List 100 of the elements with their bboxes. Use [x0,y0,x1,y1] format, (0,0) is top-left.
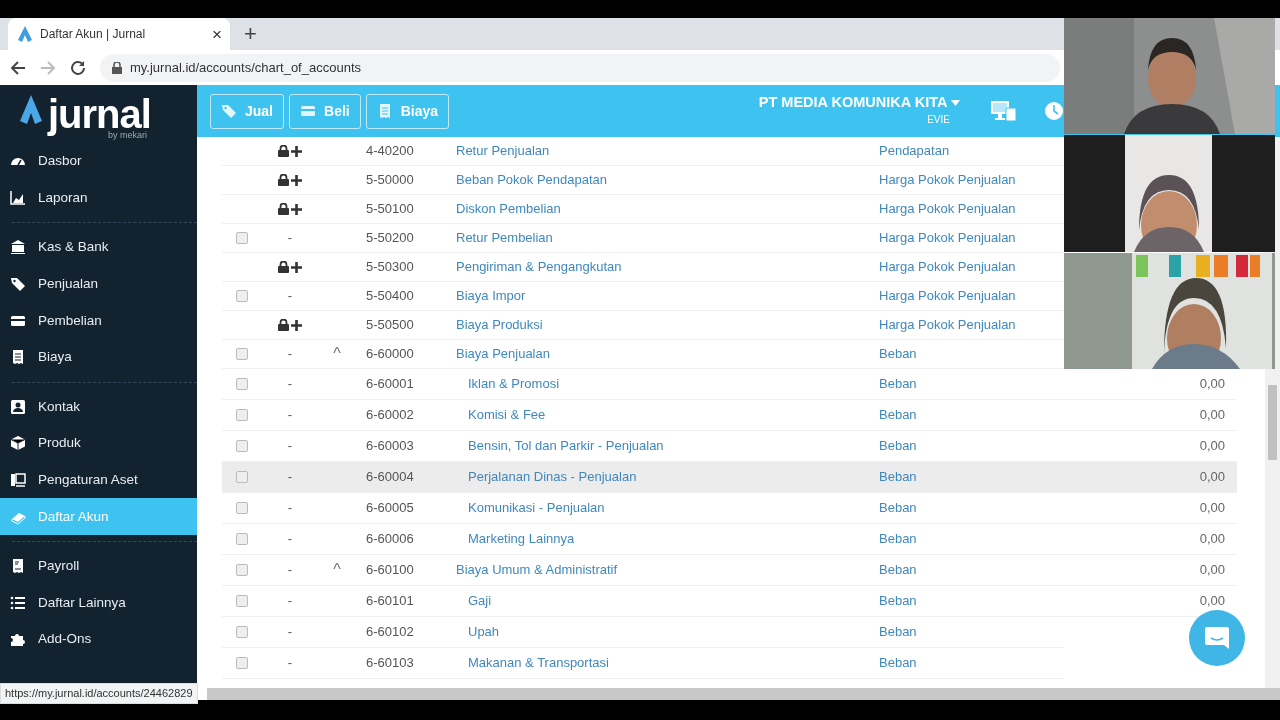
sidebar-item[interactable]: Produk [0,425,197,462]
table-row[interactable]: - 6-60102 Upah Beban [222,617,1064,648]
table-row[interactable]: 5-50500 Biaya Produksi Harga Pokok Penjualan [222,311,1064,340]
sidebar-item[interactable]: Pengaturan Aset [0,461,197,499]
account-category-link[interactable]: Harga Pokok Penjualan [879,317,1016,333]
address-bar[interactable]: my.jurnal.id/accounts/chart_of_accounts [100,53,1060,82]
account-category-link[interactable]: Beban [879,655,917,671]
checkbox[interactable] [236,348,248,360]
sidebar-item[interactable]: Kas & Bank [0,229,197,266]
checkbox[interactable] [236,626,248,638]
account-name-link[interactable]: Gaji [468,593,492,609]
table-row[interactable]: - 5-50200 Retur Pembelian Harga Pokok Penjualan [222,224,1064,253]
sidebar-item[interactable]: Pembelian [0,302,197,339]
account-name-link[interactable]: Bensin, Tol dan Parkir - Penjualan [468,438,664,454]
account-category-link[interactable]: Harga Pokok Penjualan [879,288,1016,304]
account-category-link[interactable]: Beban [879,562,917,578]
table-row[interactable]: - 6-60004 Perjalanan Dinas - Penjualan Beban 0,00 [222,462,1237,493]
table-row[interactable]: 5-50300 Pengiriman & Pengangkutan Harga Pokok Penjualan [222,253,1064,282]
account-code: 6-60103 [366,655,414,671]
checkbox[interactable] [236,440,248,452]
checkbox[interactable] [236,564,248,576]
sidebar-item[interactable]: Daftar Akun [0,498,197,535]
sidebar-item[interactable]: Kontak [0,388,197,426]
account-name-link[interactable]: Diskon Pembelian [456,201,561,217]
account-name-link[interactable]: Marketing Lainnya [468,531,575,547]
account-name-link[interactable]: Biaya Penjualan [456,346,550,362]
table-row[interactable]: - ^ 6-60000 Biaya Penjualan Beban [222,340,1064,369]
monitor-icon[interactable] [991,100,1017,122]
checkbox[interactable] [236,232,248,244]
table-row[interactable]: 5-50000 Beban Pokok Pendapatan Harga Pokok Penjualan [222,166,1064,195]
checkbox[interactable] [236,502,248,514]
account-category-link[interactable]: Harga Pokok Penjualan [879,172,1016,188]
sidebar-item[interactable]: Dasbor [0,143,197,180]
account-name-link[interactable]: Iklan & Promosi [468,376,560,392]
new-tab-button[interactable]: + [230,23,271,45]
collapse-toggle[interactable]: ^ [333,558,341,582]
receipt-icon [10,558,26,575]
account-name-link[interactable]: Retur Pembelian [456,230,553,246]
account-name-link[interactable]: Perjalanan Dinas - Penjualan [468,469,637,485]
table-row[interactable]: 4-40200 Retur Penjualan Pendapatan [222,137,1064,166]
account-category-link[interactable]: Beban [879,438,917,454]
account-code: 5-50300 [366,259,414,275]
lock-icon [278,319,289,331]
checkbox[interactable] [236,533,248,545]
account-category-link[interactable]: Harga Pokok Penjualan [879,259,1016,275]
account-name-link[interactable]: Biaya Produksi [456,317,543,333]
account-category-link[interactable]: Harga Pokok Penjualan [879,230,1016,246]
account-name-link[interactable]: Pengiriman & Pengangkutan [456,259,622,275]
close-tab-button[interactable]: × [212,25,222,43]
account-category-link[interactable]: Beban [879,469,917,485]
forward-icon [40,59,56,76]
checkbox[interactable] [236,378,248,390]
dash-text: - [287,592,293,611]
header-button[interactable]: Beli [289,93,361,129]
table-row[interactable]: - 5-50400 Biaya Impor Harga Pokok Penjualan [222,282,1064,311]
table-row[interactable]: - 6-60005 Komunikasi - Penjualan Beban 0,00 [222,493,1237,524]
collapse-toggle[interactable]: ^ [333,342,341,366]
account-category-link[interactable]: Beban [879,407,917,423]
account-name-link[interactable]: Upah [468,624,500,640]
account-name-link[interactable]: Makanan & Transportasi [468,655,609,671]
account-category-link[interactable]: Beban [879,376,917,392]
checkbox[interactable] [236,409,248,421]
table-row[interactable]: - 6-60103 Makanan & Transportasi Beban [222,648,1064,679]
company-selector[interactable]: PT MEDIA KOMUNIKA KITA [758,94,960,110]
reload-button[interactable] [70,59,86,76]
account-category-link[interactable]: Beban [879,500,917,516]
checkbox[interactable] [236,595,248,607]
plus-icon [291,203,302,215]
sidebar-item[interactable]: Payroll [0,547,197,585]
back-button[interactable] [10,59,26,76]
account-name-link[interactable]: Komisi & Fee [468,407,546,423]
sidebar-item[interactable]: Daftar Lainnya [0,584,197,622]
account-name-link[interactable]: Beban Pokok Pendapatan [456,172,608,188]
account-category-link[interactable]: Pendapatan [879,143,950,159]
clock-icon[interactable] [1044,101,1064,121]
table-row[interactable]: 5-50100 Diskon Pembelian Harga Pokok Penjualan [222,195,1064,224]
header-button[interactable]: Jual [210,93,284,129]
account-category-link[interactable]: Beban [879,593,917,609]
account-category-link[interactable]: Beban [879,346,917,362]
sidebar-item[interactable]: Laporan [0,179,197,217]
sidebar-item[interactable]: Penjualan [0,265,197,303]
table-row[interactable]: - 6-60006 Marketing Lainnya Beban 0,00 [222,524,1237,555]
sidebar-item[interactable]: Biaya [0,338,197,376]
sidebar-item[interactable]: Add-Ons [0,621,197,658]
table-row[interactable]: - 6-60002 Komisi & Fee Beban 0,00 [222,400,1237,431]
account-name-link[interactable]: Komunikasi - Penjualan [468,500,605,516]
account-category-link[interactable]: Harga Pokok Penjualan [879,201,1016,217]
account-category-link[interactable]: Beban [879,531,917,547]
account-name-link[interactable]: Retur Penjualan [456,143,550,159]
checkbox[interactable] [236,290,248,302]
horizontal-scrollbar[interactable] [207,688,1280,700]
checkbox[interactable] [236,471,248,483]
account-category-link[interactable]: Beban [879,624,917,640]
account-code: 6-60100 [366,562,414,578]
header-button[interactable]: Biaya [365,93,450,129]
account-name-link[interactable]: Biaya Impor [456,288,526,304]
account-name-link[interactable]: Biaya Umum & Administratif [456,562,618,578]
table-row[interactable]: - ^ 6-60100 Biaya Umum & Administratif Beban 0,00 [222,555,1237,586]
checkbox[interactable] [236,657,248,669]
plus-icon [291,261,302,273]
